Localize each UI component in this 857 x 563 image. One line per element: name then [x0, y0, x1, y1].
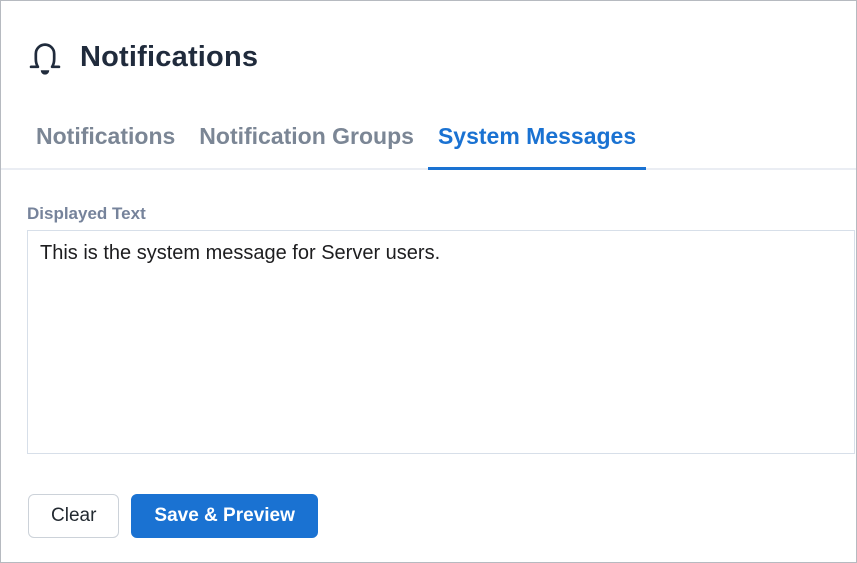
tab-notifications[interactable]: Notifications [26, 122, 185, 168]
tab-notification-groups[interactable]: Notification Groups [189, 122, 424, 168]
tab-system-messages[interactable]: System Messages [427, 122, 647, 170]
page-header: Notifications [1, 1, 856, 78]
clear-button[interactable]: Clear [28, 494, 120, 538]
tab-bar: Notifications Notification Groups System… [1, 122, 856, 170]
action-bar: Clear Save & Preview [28, 494, 831, 538]
page-title: Notifications [80, 40, 259, 73]
bell-icon [29, 43, 61, 75]
save-preview-button[interactable]: Save & Preview [131, 494, 318, 538]
displayed-text-label: Displayed Text [27, 204, 146, 223]
displayed-text-input[interactable]: This is the system message for Server us… [27, 230, 855, 454]
notifications-page: Notifications Notifications Notification… [0, 0, 857, 563]
